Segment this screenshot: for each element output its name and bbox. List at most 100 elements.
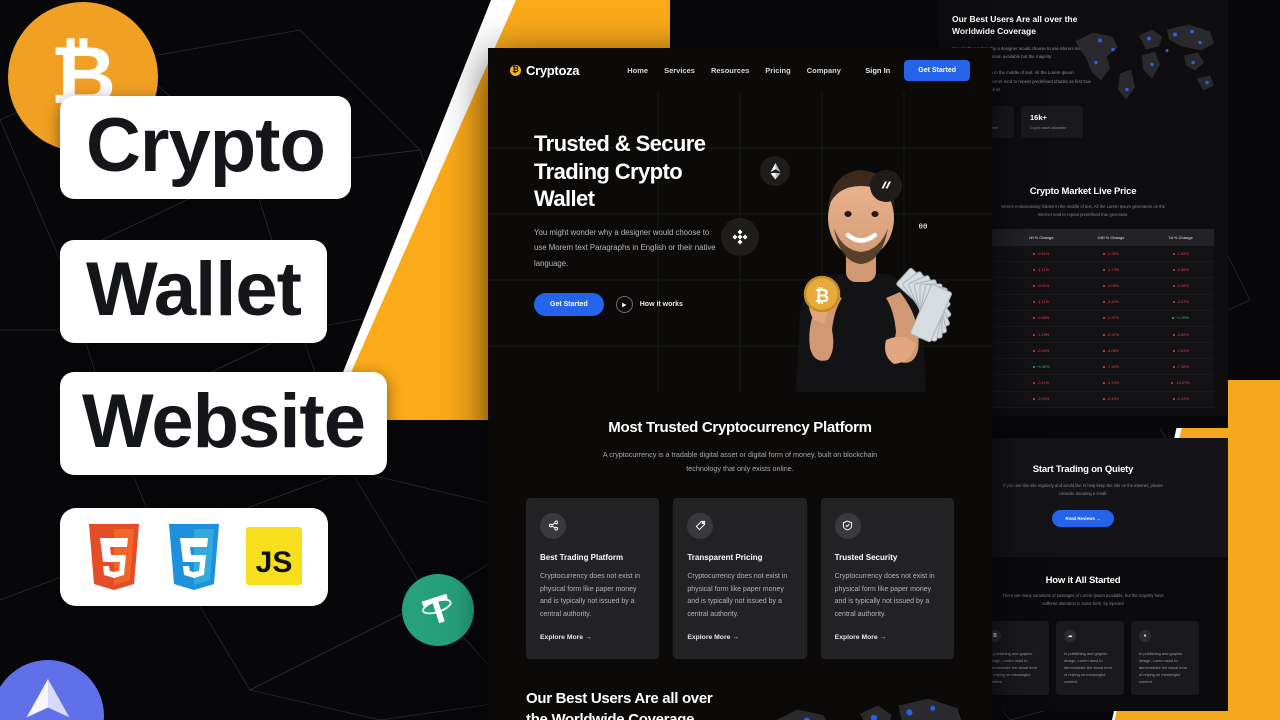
trend-dot-icon <box>1172 301 1175 304</box>
trend-dot-icon <box>1172 365 1175 368</box>
brand-name: Cryptoza <box>526 62 580 78</box>
share-icon <box>540 512 566 539</box>
feature-card[interactable]: Transparent Pricing Cryptocurrency does … <box>673 497 807 660</box>
trend-dot-icon <box>1033 398 1036 401</box>
promo-line-2: Wallet <box>60 240 327 343</box>
cloud-icon: ☁ <box>1064 629 1076 642</box>
svg-text:θθ: θθ <box>919 221 928 230</box>
html5-logo <box>89 524 139 590</box>
trend-dot-icon <box>1033 268 1036 271</box>
feature-card-title: Best Trading Platform <box>540 552 624 562</box>
stat-label: Crypto asset allowable <box>1030 125 1067 130</box>
cell-change: -7.16% <box>1147 358 1214 376</box>
stat-number: 16k+ <box>1030 112 1047 122</box>
polygon-icon <box>870 170 902 202</box>
how-it-works-label: How it works <box>639 301 683 309</box>
trend-dot-icon <box>1103 349 1106 352</box>
stat-item: 16k+ Crypto asset allowable <box>1021 105 1083 138</box>
world-map-dots <box>1075 24 1214 100</box>
explore-more-link[interactable]: Explore More → <box>540 634 645 641</box>
cell-change: -1.73% <box>1074 261 1148 279</box>
trend-dot-icon <box>1033 252 1036 255</box>
trend-dot-icon <box>1103 268 1106 271</box>
play-icon <box>615 296 633 314</box>
trend-dot-icon <box>1032 365 1035 368</box>
trend-dot-icon <box>1033 349 1036 352</box>
feature-card-body: Cryptocurrency does not exist in physica… <box>834 572 935 619</box>
sign-in-link[interactable]: Sign In <box>865 66 890 75</box>
col-1h-change: 1H % Change <box>1007 228 1075 246</box>
feature-card[interactable]: Best Trading Platform Cryptocurrency doe… <box>526 497 660 660</box>
cell-change: -0.01% <box>1007 277 1075 295</box>
site-navbar: ₿ Cryptoza Home Services Resources Prici… <box>488 48 992 92</box>
trend-dot-icon <box>1033 284 1036 287</box>
cell-change: -0.90% <box>1147 261 1214 279</box>
nav-item-pricing[interactable]: Pricing <box>765 66 790 75</box>
trend-dot-icon <box>1103 301 1106 304</box>
panel-coverage-title: Our Best Users Are all over the Worldwid… <box>952 14 1078 36</box>
cell-change: +0.30% <box>1007 358 1075 376</box>
nav-item-company[interactable]: Company <box>807 66 841 75</box>
css3-logo <box>169 524 219 590</box>
trend-dot-icon <box>1172 398 1175 401</box>
market-subtitle: Morem embarrassing hidden in the middle … <box>1000 204 1166 217</box>
cell-change: -0.05% <box>1074 277 1148 295</box>
trend-dot-icon <box>1172 284 1175 287</box>
step-card[interactable]: ☁ In publishing and graphic design, Lorem… <box>1056 620 1124 695</box>
trend-dot-icon <box>1033 301 1036 304</box>
promo-line-3: Website <box>60 372 388 475</box>
trend-dot-icon <box>1172 268 1175 271</box>
hero-paragraph: You might wonder why a designer would ch… <box>534 227 716 268</box>
brand-logo[interactable]: ₿ Cryptoza <box>510 62 580 78</box>
cell-change: -2.26% <box>1074 245 1148 263</box>
hero-get-started-button[interactable]: Get Started <box>534 293 604 317</box>
trend-dot-icon <box>1033 317 1036 320</box>
hero-section: Trusted & Secure Trading Crypto Wallet Y… <box>488 92 992 392</box>
cell-change: -4.60% <box>1147 326 1214 344</box>
col-7d-change: 7d % Change <box>1147 228 1214 246</box>
nav-item-resources[interactable]: Resources <box>711 66 749 75</box>
explore-more-link[interactable]: Explore More → <box>835 634 940 641</box>
cell-change: -0.37% <box>1074 310 1148 327</box>
worldwide-title: Our Best Users Are all over the Worldwid… <box>526 690 713 720</box>
trend-dot-icon <box>1103 252 1106 255</box>
how-it-works-link[interactable]: How it works <box>615 296 683 314</box>
cell-change: -0.37% <box>1074 326 1148 344</box>
tech-stack-badges: JS <box>60 508 328 606</box>
tag-icon <box>687 512 714 539</box>
cell-change: -7.61% <box>1147 342 1214 360</box>
features-subtitle: A cryptocurrency is a tradable digital a… <box>602 450 878 473</box>
nav-actions: Sign In Get Started <box>865 59 970 81</box>
read-reviews-button[interactable]: Read Reviews → <box>1052 510 1114 528</box>
step-card[interactable]: ● In publishing and graphic design, Lorem… <box>1131 620 1199 695</box>
trend-dot-icon <box>1033 333 1036 336</box>
cell-change: -2.13% <box>1147 391 1214 408</box>
cell-change: -13.27% <box>1147 374 1214 392</box>
cell-change: -1.11% <box>1007 294 1075 311</box>
feature-cards: Best Trading Platform Cryptocurrency doe… <box>526 497 954 660</box>
explore-more-link[interactable]: Explore More → <box>687 634 792 641</box>
trend-dot-icon <box>1172 317 1175 320</box>
nav-item-services[interactable]: Services <box>664 66 695 75</box>
trend-dot-icon <box>1171 382 1174 385</box>
javascript-logo: JS <box>246 527 302 585</box>
get-started-button[interactable]: Get Started <box>904 59 970 81</box>
cell-change: -4.72% <box>1074 374 1148 392</box>
cell-change: -2.01% <box>1007 391 1075 408</box>
trend-dot-icon <box>1103 365 1106 368</box>
feature-card-title: Transparent Pricing <box>687 552 763 562</box>
cell-change: -0.48% <box>1007 310 1075 327</box>
col-24h-change: 24H % Change <box>1074 228 1148 246</box>
trend-dot-icon <box>1103 382 1106 385</box>
trend-dot-icon <box>1172 252 1175 255</box>
cell-change: +1.90% <box>1147 310 1214 327</box>
cell-change: -1.19% <box>1007 326 1075 344</box>
step-text: In publishing and graphic design, Lorem … <box>1064 650 1113 685</box>
main-menu: Home Services Resources Pricing Company <box>627 66 841 75</box>
thumbnail-canvas: ₿ Crypto Wallet Website JS Our Best User… <box>0 0 1280 720</box>
feature-card[interactable]: Trusted Security Cryptocurrency does not… <box>820 497 954 660</box>
ethereum-icon <box>760 156 790 186</box>
trend-dot-icon <box>1172 333 1175 336</box>
nav-item-home[interactable]: Home <box>627 66 648 75</box>
trend-dot-icon <box>1103 398 1106 401</box>
